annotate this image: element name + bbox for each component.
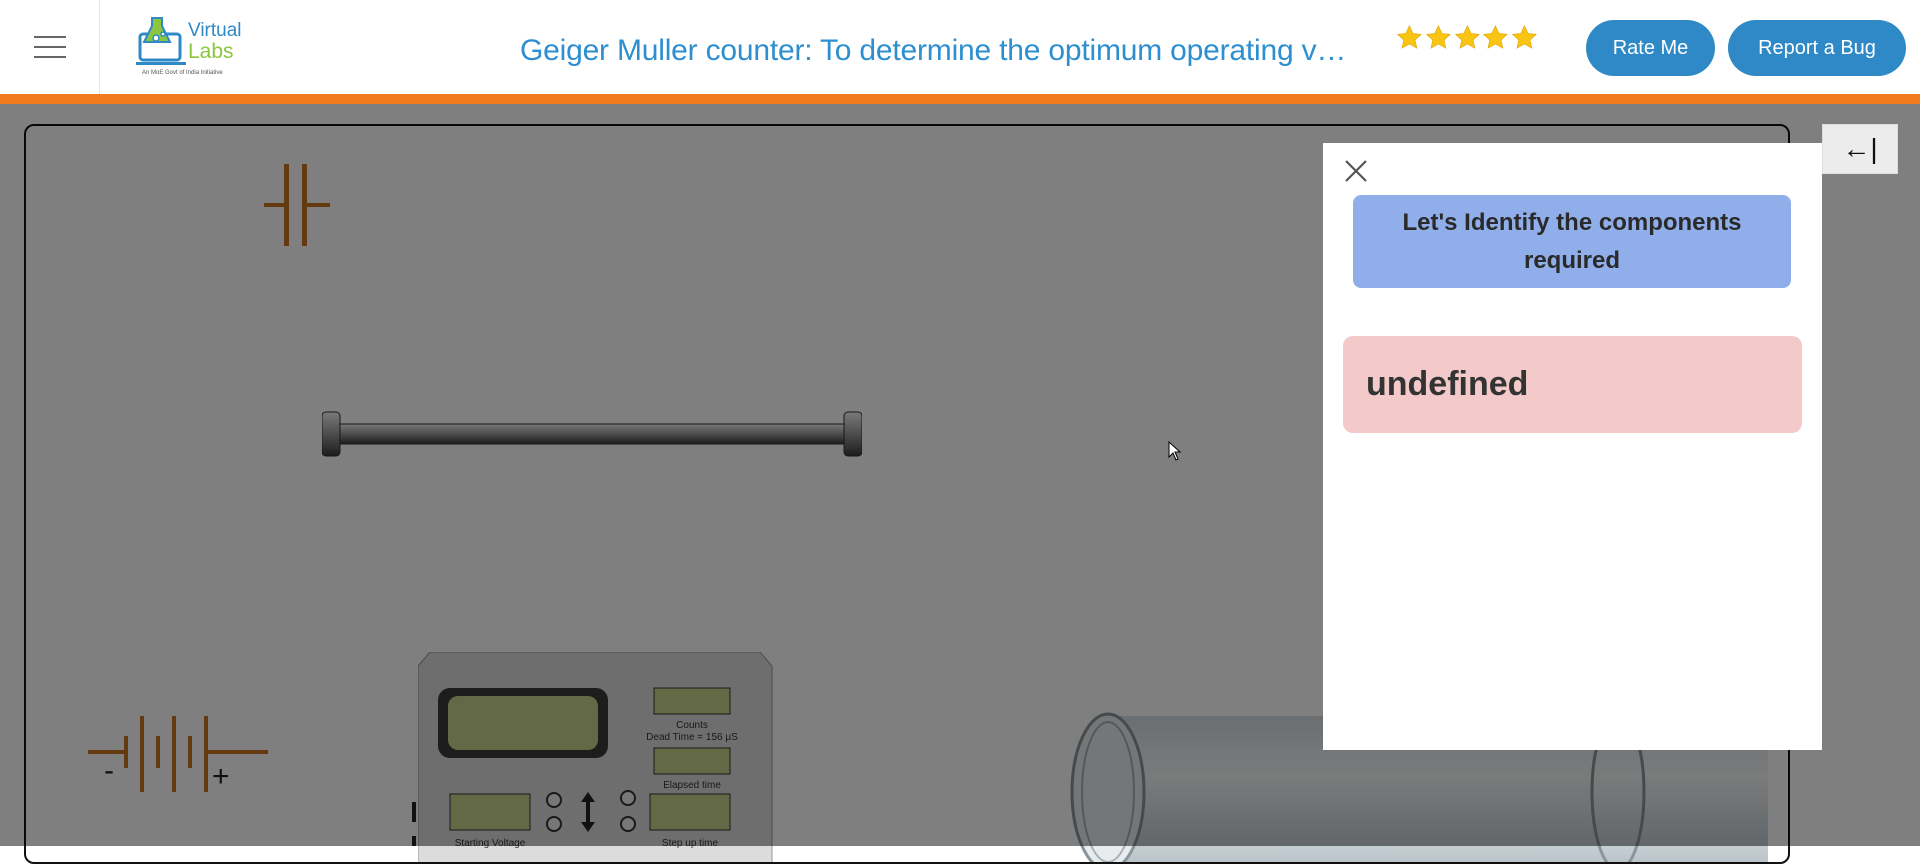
battery-minus-label: - xyxy=(104,754,114,787)
dialog-message: undefined xyxy=(1343,336,1802,433)
star-icon xyxy=(1512,24,1538,49)
gm-counter-device[interactable]: Counts Dead Time = 156 μS Elapsed time S… xyxy=(418,652,784,864)
step-up-time-label: Step up time xyxy=(662,838,719,849)
dead-time-label: Dead Time = 156 μS xyxy=(646,732,738,743)
mouse-cursor-icon xyxy=(1168,441,1182,461)
capacitor-component[interactable] xyxy=(264,164,330,246)
dialog-heading: Let's Identify the components required xyxy=(1353,195,1791,288)
hamburger-menu-button[interactable] xyxy=(0,0,100,94)
logo-text-virtual: Virtual xyxy=(188,20,242,41)
sidebar-toggle-button[interactable]: ←| xyxy=(1822,124,1898,174)
star-icon xyxy=(1454,24,1480,49)
identify-components-dialog: Let's Identify the components required u… xyxy=(1323,143,1822,750)
star-icon xyxy=(1483,24,1509,49)
starting-voltage-label: Starting Voltage xyxy=(455,838,526,849)
battery-component[interactable]: - + xyxy=(88,716,268,796)
report-bug-button[interactable]: Report a Bug xyxy=(1728,20,1906,76)
hamburger-icon xyxy=(33,36,66,58)
rod-component[interactable] xyxy=(322,408,862,460)
elapsed-time-label: Elapsed time xyxy=(663,780,721,791)
battery-plus-label: + xyxy=(212,760,230,793)
logo-tagline: An MoE Govt of India Initiative xyxy=(142,70,223,76)
rate-me-button[interactable]: Rate Me xyxy=(1586,20,1715,76)
rating-stars xyxy=(1396,24,1538,58)
page-title: Geiger Muller counter: To determine the … xyxy=(520,34,1360,67)
star-icon xyxy=(1396,24,1422,49)
logo-icon: Virtual Labs An MoE Govt of India Initia… xyxy=(136,17,242,76)
logo-text-labs: Labs xyxy=(188,40,234,63)
star-icon xyxy=(1425,24,1451,49)
counts-label: Counts xyxy=(676,720,708,731)
virtual-labs-logo[interactable]: Virtual Labs An MoE Govt of India Initia… xyxy=(136,12,256,82)
app-header: Virtual Labs An MoE Govt of India Initia… xyxy=(0,0,1920,96)
probe-mark xyxy=(412,802,416,846)
header-accent-bar xyxy=(0,94,1920,104)
close-icon[interactable] xyxy=(1342,157,1370,185)
